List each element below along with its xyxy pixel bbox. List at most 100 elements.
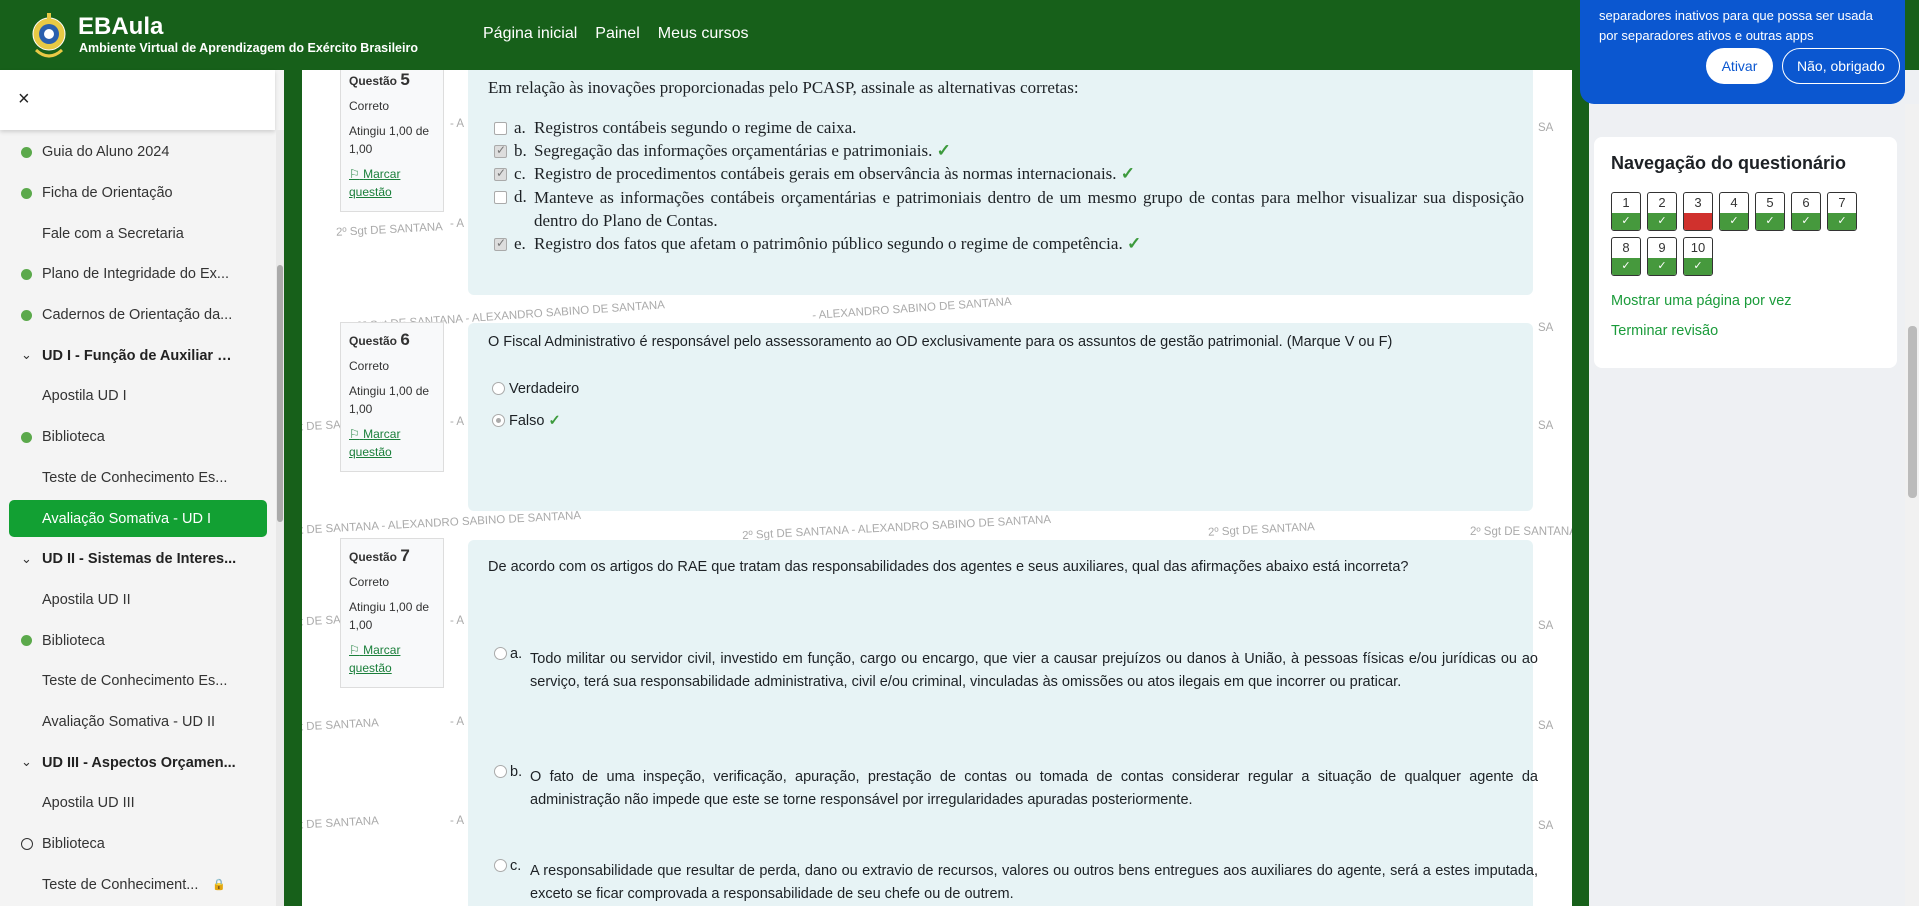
watermark: 2º Sgt DE SANTANA - ALEXANDRO SABINO DE …	[741, 513, 1052, 543]
checkbox[interactable]	[494, 143, 507, 158]
completion-circle-icon[interactable]	[21, 838, 33, 851]
no-thanks-button[interactable]: Não, obrigado	[1782, 48, 1900, 84]
activate-button[interactable]: Ativar	[1706, 48, 1773, 84]
completion-dot-icon	[21, 635, 32, 647]
watermark: 2º Sgt DE SANTANA	[302, 717, 380, 735]
quiz-nav-button[interactable]: 1 ✓	[1611, 192, 1641, 231]
flag-question-link[interactable]: ⚐ Marcar questão	[349, 426, 435, 461]
drawer-item[interactable]: Teste de Conhecimento Es...	[0, 458, 275, 499]
correct-check-icon: ✓	[936, 141, 951, 160]
drawer-item-label: Guia do Aluno 2024	[42, 144, 170, 161]
completion-dot-icon	[21, 431, 32, 443]
checkbox[interactable]	[494, 122, 507, 135]
flag-icon: ⚐	[349, 167, 360, 182]
finish-review-link[interactable]: Terminar revisão	[1611, 323, 1718, 339]
question-grade: Atingiu 1,00 de 1,00	[349, 124, 430, 156]
quiz-navigation-title: Navegação do questionário	[1611, 153, 1847, 173]
checkbox[interactable]	[494, 236, 507, 251]
drawer-header: ×	[0, 70, 275, 130]
drawer-item[interactable]: Teste de Conheciment... 🔒	[0, 864, 275, 905]
drawer-item[interactable]: Apostila UD III	[0, 783, 275, 824]
chevron-down-icon[interactable]: ⌄	[21, 347, 32, 363]
drawer-section[interactable]: ⌄ UD III - Aspectos Orçamen...	[0, 742, 275, 783]
radio-button[interactable]	[494, 765, 507, 778]
quiz-nav-button[interactable]: 9 ✓	[1647, 237, 1677, 276]
drawer-item-label: Biblioteca	[42, 429, 105, 446]
watermark: 2º Sgt DE SANTANA - ALEXANDRO SABINO DE …	[302, 509, 582, 539]
watermark: SA	[1538, 122, 1554, 134]
watermark: - A	[450, 615, 465, 627]
show-one-page-link[interactable]: Mostrar uma página por vez	[1611, 293, 1792, 309]
chevron-down-icon[interactable]: ⌄	[21, 551, 32, 567]
checkbox[interactable]	[494, 191, 507, 204]
correct-status-icon: ✓	[1648, 258, 1676, 275]
drawer-item-label: Avaliação Somativa - UD I	[42, 510, 211, 527]
drawer-item[interactable]: Cadernos de Orientação da...	[0, 295, 275, 336]
drawer-item[interactable]: Ficha de Orientação	[0, 173, 275, 214]
question-number: Questão 6	[349, 330, 410, 349]
question-5-box: Em relação às inovações proporcionadas p…	[468, 70, 1533, 295]
popup-text: separadores inativos para que possa ser …	[1599, 8, 1873, 43]
drawer-item[interactable]: Guia do Aluno 2024	[0, 132, 275, 173]
quiz-nav-button[interactable]: 6 ✓	[1791, 192, 1821, 231]
drawer-item[interactable]: Apostila UD I	[0, 376, 275, 417]
quiz-nav-number: 1	[1622, 195, 1630, 210]
brand-title[interactable]: EBAula	[78, 13, 163, 41]
drawer-scrollbar[interactable]	[276, 130, 284, 906]
correct-status-icon: ✓	[1612, 213, 1640, 230]
watermark: SA	[1538, 420, 1554, 432]
drawer-section[interactable]: ⌄ UD II - Sistemas de Interes...	[0, 539, 275, 580]
quiz-nav-button[interactable]: 3	[1683, 192, 1713, 231]
watermark: 2º Sgt DE SANTANA	[1470, 526, 1572, 538]
radio-button[interactable]	[494, 647, 507, 660]
nav-links: Página inicial Painel Meus cursos	[483, 25, 748, 43]
drawer-item[interactable]: Plano de Integridade do Ex...	[0, 254, 275, 295]
quiz-nav-number: 10	[1690, 240, 1706, 255]
drawer-item[interactable]: Biblioteca	[0, 824, 275, 865]
question-info-box: Questão 7 Correto Atingiu 1,00 de 1,00 ⚐…	[340, 538, 444, 688]
drawer-item[interactable]: Avaliação Somativa - UD I	[0, 498, 275, 539]
drawer-item-label: Apostila UD III	[42, 795, 135, 812]
watermark: - A	[450, 218, 465, 230]
radio-button[interactable]	[494, 859, 507, 872]
drawer-item-label: Biblioteca	[42, 632, 105, 649]
drawer-item-label: Plano de Integridade do Ex...	[42, 266, 230, 283]
quiz-nav-button[interactable]: 2 ✓	[1647, 192, 1677, 231]
drawer-item[interactable]: Teste de Conhecimento Es...	[0, 661, 275, 702]
drawer-item[interactable]: Apostila UD II	[0, 580, 275, 621]
correct-status-icon: ✓	[1684, 258, 1712, 275]
page-scrollbar-thumb[interactable]	[1908, 326, 1917, 498]
nav-dashboard-link[interactable]: Painel	[595, 25, 639, 43]
chevron-down-icon[interactable]: ⌄	[21, 754, 32, 770]
quiz-nav-button[interactable]: 4 ✓	[1719, 192, 1749, 231]
drawer-list: Guia do Aluno 2024 Ficha de Orientação Fal…	[0, 132, 275, 905]
brand-subtitle: Ambiente Virtual de Aprendizagem do Exér…	[79, 41, 418, 55]
drawer-item[interactable]: Biblioteca	[0, 417, 275, 458]
question-6-box: O Fiscal Administrativo é responsável pe…	[468, 323, 1533, 511]
drawer-section[interactable]: ⌄ UD I - Função de Auxiliar d...	[0, 335, 275, 376]
question-state: Correto	[349, 359, 390, 373]
quiz-nav-button[interactable]: 10 ✓	[1683, 237, 1713, 276]
drawer-item-label: Teste de Conhecimento Es...	[42, 673, 228, 690]
nav-home-link[interactable]: Página inicial	[483, 25, 577, 43]
drawer-item[interactable]: Fale com a Secretaria	[0, 213, 275, 254]
drawer-item[interactable]: Avaliação Somativa - UD II	[0, 702, 275, 743]
quiz-nav-button[interactable]: 8 ✓	[1611, 237, 1641, 276]
radio-button[interactable]	[492, 382, 505, 395]
radio-button[interactable]	[492, 414, 505, 427]
nav-my-courses-link[interactable]: Meus cursos	[658, 25, 749, 43]
question-state: Correto	[349, 575, 390, 589]
drawer-scrollbar-thumb[interactable]	[277, 265, 283, 522]
army-crest-logo[interactable]	[30, 10, 68, 62]
checkbox[interactable]	[494, 166, 507, 181]
flag-question-link[interactable]: ⚐ Marcar questão	[349, 166, 435, 201]
quiz-nav-button[interactable]: 5 ✓	[1755, 192, 1785, 231]
close-icon[interactable]: ×	[18, 88, 30, 111]
quiz-nav-button[interactable]: 7 ✓	[1827, 192, 1857, 231]
question-number: Questão 7	[349, 546, 410, 565]
watermark: 2º Sgt DE SANTANA	[302, 815, 380, 833]
flag-question-link[interactable]: ⚐ Marcar questão	[349, 642, 435, 677]
page-scrollbar[interactable]	[1905, 104, 1919, 906]
question-grade: Atingiu 1,00 de 1,00	[349, 384, 430, 416]
drawer-item[interactable]: Biblioteca	[0, 620, 275, 661]
